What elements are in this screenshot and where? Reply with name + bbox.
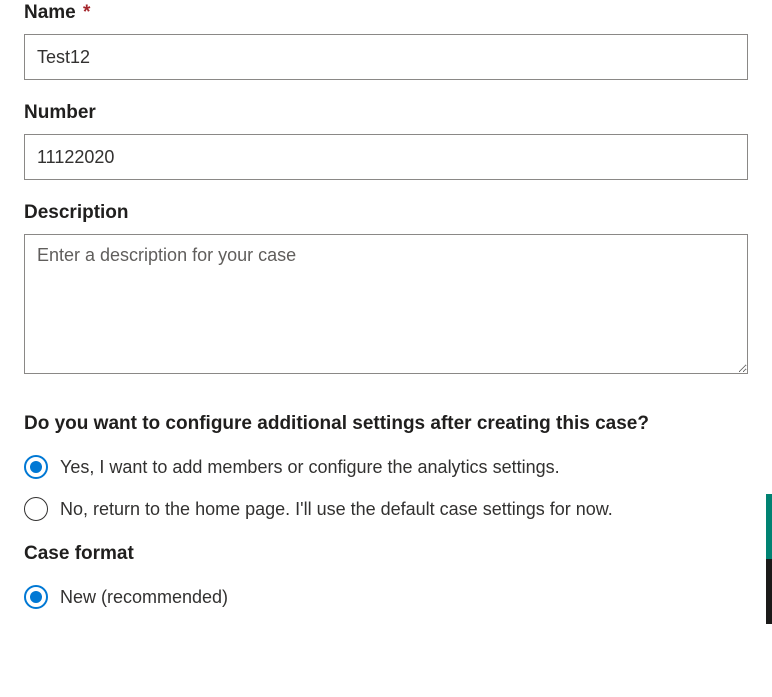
radio-yes-dot xyxy=(30,461,42,473)
configure-question: Do you want to configure additional sett… xyxy=(24,413,748,435)
configure-option-yes[interactable]: Yes, I want to add members or configure … xyxy=(24,455,748,479)
format-option-new[interactable]: New (recommended) xyxy=(24,585,748,609)
format-label: Case format xyxy=(24,543,748,565)
name-label: Name * xyxy=(24,2,748,24)
number-label: Number xyxy=(24,102,748,124)
radio-new-circle xyxy=(24,585,48,609)
name-input[interactable] xyxy=(24,34,748,80)
number-field-group: Number xyxy=(24,102,748,180)
configure-option-no[interactable]: No, return to the home page. I'll use th… xyxy=(24,497,748,521)
side-accent xyxy=(766,494,772,624)
side-accent-dark xyxy=(766,559,772,624)
description-label: Description xyxy=(24,202,748,224)
number-input[interactable] xyxy=(24,134,748,180)
side-accent-teal xyxy=(766,494,772,559)
configure-no-label: No, return to the home page. I'll use th… xyxy=(60,499,613,520)
radio-yes-circle xyxy=(24,455,48,479)
name-field-group: Name * xyxy=(24,2,748,80)
required-indicator: * xyxy=(83,2,90,23)
radio-new-dot xyxy=(30,591,42,603)
description-field-group: Description xyxy=(24,202,748,377)
name-label-text: Name xyxy=(24,2,76,23)
description-textarea[interactable] xyxy=(24,234,748,374)
configure-yes-label: Yes, I want to add members or configure … xyxy=(60,457,560,478)
radio-no-circle xyxy=(24,497,48,521)
format-new-label: New (recommended) xyxy=(60,587,228,608)
